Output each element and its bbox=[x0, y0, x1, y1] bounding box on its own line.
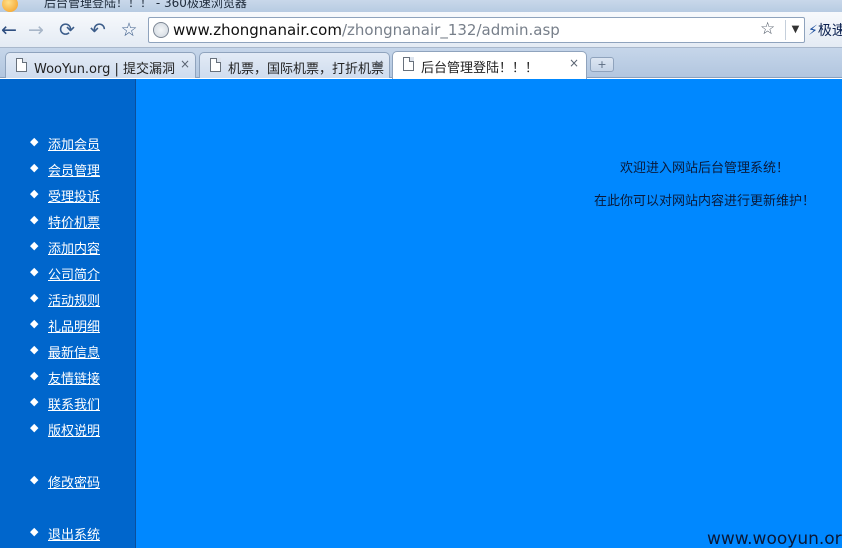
chevron-down-icon[interactable]: ▼ bbox=[785, 20, 805, 40]
sidebar-item-label[interactable]: 礼品明细 bbox=[48, 316, 100, 335]
back-arrow-icon[interactable]: ← bbox=[0, 18, 21, 42]
bookmark-star-icon[interactable]: ☆ bbox=[760, 19, 775, 39]
undo-icon[interactable]: ↶ bbox=[86, 18, 110, 42]
diamond-bullet-icon: ◆ bbox=[30, 473, 39, 486]
diamond-bullet-icon: ◆ bbox=[30, 291, 39, 304]
tab-label: WooYun.org | 提交漏洞 bbox=[34, 62, 176, 77]
browser-logo-icon bbox=[2, 0, 18, 12]
sidebar-item-label[interactable]: 受理投诉 bbox=[48, 186, 100, 205]
sidebar-item-label[interactable]: 添加内容 bbox=[48, 238, 100, 257]
sidebar-item-label[interactable]: 特价机票 bbox=[48, 212, 100, 231]
tab-label: 机票，国际机票，打折机票 bbox=[228, 62, 385, 77]
page-content: ◆ 添加会员 ◆ 会员管理 ◆ 受理投诉 ◆ 特价机票 ◆ 添加内容 ◆ 公司简介 ◆ 活动规… bbox=[0, 79, 842, 548]
sidebar-item-label[interactable]: 退出系统 bbox=[48, 524, 100, 543]
tab-label: 后台管理登陆！！！ bbox=[421, 61, 539, 76]
speed-mode-button[interactable]: ⚡极速 bbox=[808, 20, 842, 40]
tab-strip: WooYun.org | 提交漏洞 × 机票，国际机票，打折机票 × 后台管理登… bbox=[0, 48, 842, 79]
page-icon bbox=[210, 58, 221, 72]
welcome-subtext: 在此你可以对网站内容进行更新维护！ bbox=[594, 194, 816, 209]
tab-air-tickets[interactable]: 机票，国际机票，打折机票 × bbox=[199, 52, 390, 78]
diamond-bullet-icon: ◆ bbox=[30, 239, 39, 252]
sidebar-item-label[interactable]: 联系我们 bbox=[48, 394, 100, 413]
page-icon bbox=[16, 58, 27, 72]
sidebar-item-label[interactable]: 活动规则 bbox=[48, 290, 100, 309]
close-icon[interactable]: × bbox=[374, 57, 384, 71]
address-bar[interactable]: www.zhongnanair.com/zhongnanair_132/admi… bbox=[148, 17, 805, 43]
wooyun-watermark: www.wooyun.org bbox=[707, 529, 842, 548]
sidebar-item-label[interactable]: 会员管理 bbox=[48, 160, 100, 179]
diamond-bullet-icon: ◆ bbox=[30, 343, 39, 356]
diamond-bullet-icon: ◆ bbox=[30, 213, 39, 226]
sidebar-item-label[interactable]: 公司简介 bbox=[48, 264, 100, 283]
diamond-bullet-icon: ◆ bbox=[30, 135, 39, 148]
close-icon[interactable]: × bbox=[180, 57, 190, 71]
sidebar-item-label[interactable]: 最新信息 bbox=[48, 342, 100, 361]
star-icon[interactable]: ☆ bbox=[117, 18, 141, 42]
tab-wooyun[interactable]: WooYun.org | 提交漏洞 × bbox=[5, 52, 196, 78]
tab-admin-login[interactable]: 后台管理登陆！！！ × bbox=[392, 51, 587, 79]
sidebar-item-label[interactable]: 版权说明 bbox=[48, 420, 100, 439]
diamond-bullet-icon: ◆ bbox=[30, 187, 39, 200]
diamond-bullet-icon: ◆ bbox=[30, 525, 39, 538]
diamond-bullet-icon: ◆ bbox=[30, 265, 39, 278]
window-title: 后台管理登陆！！！ - 360极速浏览器 bbox=[44, 0, 247, 10]
browser-toolbar: ← → ⟳ ↶ ☆ www.zhongnanair.com/zhongnanai… bbox=[0, 12, 842, 48]
welcome-heading: 欢迎进入网站后台管理系统！ bbox=[620, 161, 790, 176]
url-path: /zhongnanair_132/admin.asp bbox=[341, 21, 560, 39]
close-icon[interactable]: × bbox=[569, 56, 579, 70]
diamond-bullet-icon: ◆ bbox=[30, 161, 39, 174]
address-url[interactable]: www.zhongnanair.com/zhongnanair_132/admi… bbox=[173, 21, 560, 39]
forward-arrow-icon[interactable]: → bbox=[24, 18, 48, 42]
diamond-bullet-icon: ◆ bbox=[30, 421, 39, 434]
diamond-bullet-icon: ◆ bbox=[30, 317, 39, 330]
lightning-icon: ⚡ bbox=[808, 23, 818, 39]
admin-sidebar: ◆ 添加会员 ◆ 会员管理 ◆ 受理投诉 ◆ 特价机票 ◆ 添加内容 ◆ 公司简介 ◆ 活动规… bbox=[0, 79, 136, 548]
sidebar-item-label[interactable]: 友情链接 bbox=[48, 368, 100, 387]
sidebar-item-label[interactable]: 修改密码 bbox=[48, 472, 100, 491]
new-tab-button[interactable]: + bbox=[590, 57, 614, 72]
sidebar-item-label[interactable]: 添加会员 bbox=[48, 134, 100, 153]
page-icon bbox=[403, 57, 414, 71]
speed-mode-label: 极速 bbox=[817, 23, 842, 39]
window-titlebar: 后台管理登陆！！！ - 360极速浏览器 bbox=[0, 0, 842, 12]
globe-icon bbox=[153, 22, 169, 38]
diamond-bullet-icon: ◆ bbox=[30, 395, 39, 408]
reload-icon[interactable]: ⟳ bbox=[55, 18, 79, 42]
url-host: www.zhongnanair.com bbox=[173, 21, 342, 39]
diamond-bullet-icon: ◆ bbox=[30, 369, 39, 382]
